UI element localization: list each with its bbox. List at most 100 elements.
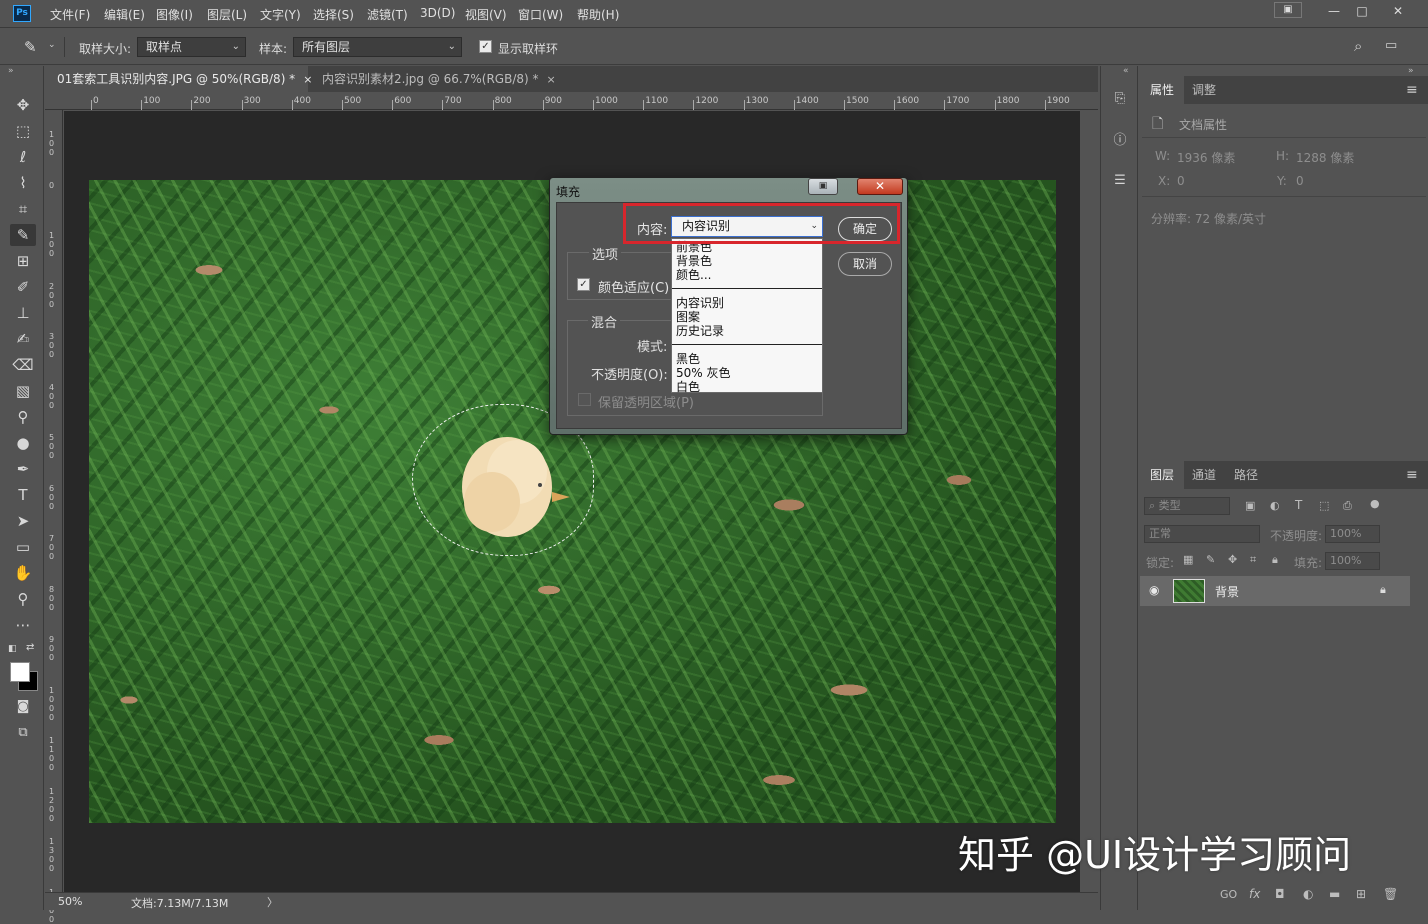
menu-window[interactable]: 窗口(W) (518, 6, 563, 23)
tab-doc-2[interactable]: 内容识别素材2.jpg @ 66.7%(RGB/8) * × (310, 66, 556, 92)
path-select-tool-icon[interactable]: ➤ (10, 510, 36, 532)
eye-icon[interactable]: ◉ (1149, 583, 1159, 597)
crop-tool-icon[interactable]: ⌗ (10, 198, 36, 220)
menu-select[interactable]: 选择(S) (313, 6, 354, 23)
dodge-tool-icon[interactable]: ● (10, 432, 36, 454)
link-layers-icon[interactable]: GO (1220, 888, 1237, 901)
hand-tool-icon[interactable]: ✋ (10, 562, 36, 584)
fill-field[interactable]: 100% (1325, 552, 1380, 570)
status-menu-arrow[interactable]: 〉 (267, 894, 278, 910)
quick-select-tool-icon[interactable]: ⌇ (10, 172, 36, 194)
lock-artboard-icon[interactable]: ⌗ (1250, 553, 1256, 567)
move-tool-icon[interactable]: ✥ (10, 94, 36, 116)
layer-opacity-field[interactable]: 100% (1325, 525, 1380, 543)
history-panel-icon[interactable]: ⎘ (1109, 88, 1131, 110)
image-filter-icon[interactable]: ▣ (1245, 499, 1255, 512)
panel-menu-icon[interactable]: ≡ (1406, 82, 1418, 98)
dropdown-option-white[interactable]: 白色 (676, 380, 700, 394)
new-layer-icon[interactable]: ⊞ (1356, 887, 1366, 901)
tab-paths[interactable]: 路径 (1224, 461, 1268, 489)
eraser-tool-icon[interactable]: ⌫ (10, 354, 36, 376)
dialog-close-button[interactable]: ✕ (857, 178, 903, 195)
info-panel-icon[interactable]: ⓘ (1109, 130, 1131, 152)
filter-toggle-icon[interactable]: ● (1370, 497, 1380, 510)
collapse-icon[interactable]: « (1123, 66, 1129, 76)
dropdown-option-history[interactable]: 历史记录 (676, 324, 724, 338)
quick-mask-icon[interactable]: ◙ (10, 696, 36, 718)
blend-mode-select[interactable]: 正常 (1144, 525, 1260, 543)
more-tools-icon[interactable]: ⋯ (10, 614, 36, 636)
workspace-icon[interactable]: ▭ (1385, 38, 1397, 53)
cancel-button[interactable]: 取消 (838, 252, 892, 276)
dropdown-option-black[interactable]: 黑色 (676, 352, 700, 366)
color-adapt-checkbox[interactable]: ✓ (577, 278, 590, 291)
dropdown-option-content-aware[interactable]: 内容识别 (676, 296, 724, 310)
tab-properties[interactable]: 属性 (1140, 76, 1185, 104)
tab-layers[interactable]: 图层 (1140, 461, 1185, 489)
dropdown-option-gray[interactable]: 50% 灰色 (676, 366, 731, 380)
new-group-icon[interactable]: ▬ (1329, 887, 1340, 901)
eyedropper-tool-icon[interactable]: ✎ (24, 38, 37, 56)
add-mask-icon[interactable]: ◘ (1275, 887, 1285, 901)
brush-tool-icon[interactable]: ✐ (10, 276, 36, 298)
menu-type[interactable]: 文字(Y) (260, 6, 301, 23)
collapse-icon[interactable]: » (8, 66, 14, 76)
default-colors-icon[interactable]: ◧ (8, 644, 17, 654)
maximize-button[interactable]: □ (1348, 2, 1376, 20)
trash-icon[interactable]: 🗑︎ (1383, 887, 1398, 901)
sample-size-select[interactable]: 取样点 ⌄ (137, 37, 246, 57)
adjustment-layer-icon[interactable]: ◐ (1303, 887, 1313, 901)
tab-adjustments[interactable]: 调整 (1182, 76, 1226, 104)
dropdown-option-pattern[interactable]: 图案 (676, 310, 700, 324)
zoom-level[interactable]: 50% (58, 895, 82, 908)
close-icon[interactable]: × (547, 73, 556, 86)
adjustment-filter-icon[interactable]: ◐ (1270, 499, 1280, 512)
swap-colors-icon[interactable]: ⇄ (26, 642, 34, 653)
eyedropper-tool-icon[interactable]: ✎ (10, 224, 36, 246)
history-brush-tool-icon[interactable]: ✍ (10, 328, 36, 350)
lock-pixels-icon[interactable]: ✎ (1206, 553, 1215, 566)
lock-all-icon[interactable]: 🔒︎ (1272, 553, 1278, 567)
menu-layer[interactable]: 图层(L) (207, 6, 247, 23)
lock-transparent-icon[interactable]: ▦ (1183, 553, 1193, 566)
gradient-tool-icon[interactable]: ▧ (10, 380, 36, 402)
tab-doc-1[interactable]: 01套索工具识别内容.JPG @ 50%(RGB/8) * × (45, 66, 312, 92)
show-ring-checkbox[interactable]: ✓ (479, 40, 492, 53)
zoom-tool-icon[interactable]: ⚲ (10, 588, 36, 610)
layer-filter-select[interactable]: ⌕ 类型 (1144, 497, 1230, 515)
foreground-color-swatch[interactable] (10, 662, 30, 682)
lasso-tool-icon[interactable]: ℓ (10, 146, 36, 168)
clone-stamp-tool-icon[interactable]: ⊥ (10, 302, 36, 324)
layer-row-background[interactable]: ◉ 背景 🔒︎ (1140, 576, 1410, 606)
rectangle-tool-icon[interactable]: ▭ (10, 536, 36, 558)
minimize-button[interactable]: — (1320, 2, 1348, 20)
menu-3d[interactable]: 3D(D) (420, 6, 455, 20)
sample-select[interactable]: 所有图层 ⌄ (293, 37, 462, 57)
menu-image[interactable]: 图像(I) (156, 6, 193, 23)
smart-object-filter-icon[interactable]: ⎙ (1343, 499, 1352, 513)
type-tool-icon[interactable]: T (10, 484, 36, 506)
menu-file[interactable]: 文件(F) (50, 6, 90, 23)
fx-icon[interactable]: fx (1249, 887, 1260, 901)
tab-channels[interactable]: 通道 (1182, 461, 1226, 489)
properties-panel-icon[interactable]: ☰ (1109, 170, 1131, 192)
screen-mode-icon[interactable]: ⧉ (10, 722, 36, 744)
dialog-help-button[interactable]: ▣ (808, 178, 838, 195)
search-icon[interactable]: ⌕ (1354, 37, 1362, 55)
workspace-switch-icon[interactable]: ▣ (1274, 2, 1302, 18)
menu-filter[interactable]: 滤镜(T) (367, 6, 408, 23)
panel-menu-icon[interactable]: ≡ (1406, 467, 1418, 483)
healing-brush-tool-icon[interactable]: ⊞ (10, 250, 36, 272)
close-window-button[interactable]: ✕ (1384, 2, 1412, 20)
type-filter-icon[interactable]: T (1295, 498, 1302, 512)
menu-edit[interactable]: 编辑(E) (104, 6, 145, 23)
menu-view[interactable]: 视图(V) (465, 6, 507, 23)
collapse-icon[interactable]: » (1408, 66, 1414, 76)
dropdown-option-color[interactable]: 颜色... (676, 268, 711, 282)
chevron-down-icon[interactable]: ⌄ (48, 40, 56, 50)
pen-tool-icon[interactable]: ✒ (10, 458, 36, 480)
dropdown-option-background[interactable]: 背景色 (676, 254, 712, 268)
shape-filter-icon[interactable]: ⬚ (1319, 499, 1329, 512)
menu-help[interactable]: 帮助(H) (577, 6, 619, 23)
lock-position-icon[interactable]: ✥ (1228, 553, 1237, 566)
